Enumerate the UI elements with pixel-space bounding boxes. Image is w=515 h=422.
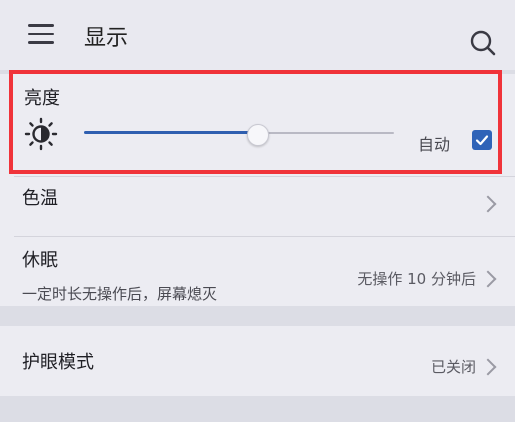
- highlight-box: [9, 70, 502, 174]
- divider: [14, 176, 515, 177]
- sleep-value: 无操作 10 分钟后: [357, 270, 476, 288]
- menu-icon[interactable]: [28, 24, 54, 44]
- page-title: 显示: [84, 26, 129, 51]
- search-icon[interactable]: [470, 30, 496, 56]
- color-temperature-label: 色温: [22, 188, 58, 209]
- eye-comfort-label: 护眼模式: [22, 352, 94, 373]
- app-header: 显示: [0, 0, 515, 70]
- divider: [14, 236, 515, 237]
- eye-comfort-value: 已关闭: [430, 358, 476, 376]
- sleep-description: 一定时长无操作后，屏幕熄灭: [22, 285, 218, 303]
- sleep-label: 休眠: [22, 250, 58, 271]
